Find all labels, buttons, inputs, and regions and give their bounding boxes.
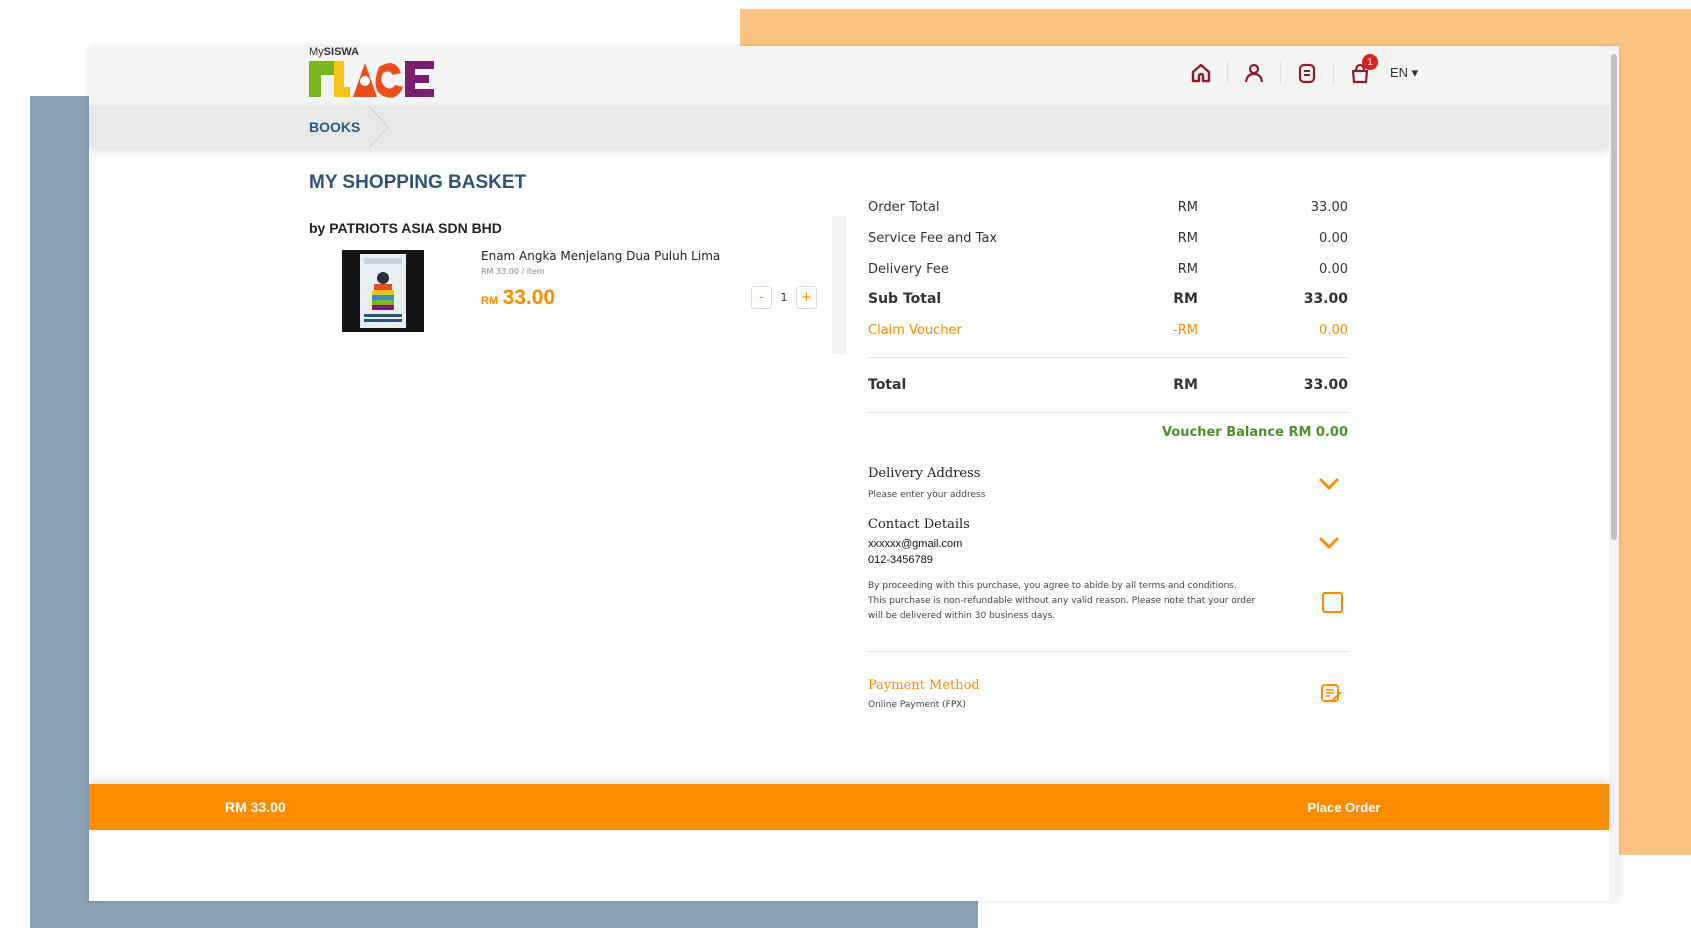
place-order-button[interactable]: Place Order [1269,784,1419,832]
summary-value: 33.00 [1303,377,1348,393]
scrollbar-thumb[interactable] [1611,54,1617,540]
summary-label: Order Total [868,200,940,215]
wallet-icon[interactable] [1295,60,1319,86]
item-unit-price: RM 33.00 / item [481,267,545,276]
cart-count-badge: 1 [1362,54,1378,70]
header-separator [1280,62,1281,84]
contact-email: xxxxxx@gmail.com [868,538,963,550]
place-logo-graphic [309,61,434,98]
quantity-stepper: - 1 + [751,286,817,309]
terms-checkbox[interactable] [1322,592,1343,613]
header-separator [1333,62,1334,84]
home-icon[interactable] [1189,60,1213,86]
quantity-value: 1 [780,291,788,304]
contact-phone: 012-3456789 [868,554,933,566]
top-header: MySISWA 1 EN ▾ [89,46,1609,106]
delivery-address-title: Delivery Address [868,466,981,481]
payment-method-value: Online Payment (FPX) [868,700,966,710]
footer-bar: RM 33.00 Place Order [89,784,1609,830]
chevron-down-icon[interactable] [1319,537,1339,551]
breadcrumb: BOOKS [89,106,1609,148]
summary-row-order-total: Order Total RM 33.00 [868,200,1348,220]
summary-value: 33.00 [1310,200,1348,215]
breadcrumb-separator-icon [369,106,389,148]
summary-value: 0.00 [1319,262,1348,277]
seller-name: by PATRIOTS ASIA SDN BHD [309,220,502,236]
language-selector[interactable]: EN ▾ [1390,65,1418,81]
column-divider [832,216,846,354]
divider [868,357,1348,358]
summary-label: Service Fee and Tax [868,231,998,246]
user-icon[interactable] [1242,60,1266,86]
summary-label: Sub Total [868,291,942,307]
summary-row-delivery-fee: Delivery Fee RM 0.00 [868,262,1348,282]
terms-text: By proceeding with this purchase, you ag… [868,581,1256,621]
summary-label: Total [868,377,907,393]
breadcrumb-books[interactable]: BOOKS [309,106,360,148]
book-cover-image[interactable] [342,250,424,332]
summary-currency: RM [1173,377,1198,393]
divider [868,651,1348,652]
summary-label: Delivery Fee [868,262,949,277]
summary-currency: RM [1173,291,1198,307]
summary-currency: RM [1177,262,1198,277]
payment-method-title: Payment Method [868,678,980,693]
contact-details-title: Contact Details [868,517,970,532]
summary-currency: RM [1177,200,1198,215]
summary-row-sub-total: Sub Total RM 33.00 [868,291,1348,311]
summary-value: 0.00 [1319,323,1348,338]
delivery-address-placeholder[interactable]: Please enter your address [868,490,985,500]
brand-name: MySISWA [309,46,360,58]
increase-quantity-button[interactable]: + [796,286,817,309]
summary-currency: RM [1177,231,1198,246]
summary-row-service-fee: Service Fee and Tax RM 0.00 [868,231,1348,251]
basket-icon[interactable]: 1 [1348,54,1378,86]
footer-total: RM 33.00 [225,799,286,815]
item-price: RM 33.00 [481,286,555,310]
summary-value: 33.00 [1303,291,1348,307]
brand-logo[interactable]: MySISWA [309,46,434,106]
item-price-amount: 33.00 [502,286,556,309]
summary-row-total: Total RM 33.00 [868,377,1348,397]
voucher-balance: Voucher Balance RM 0.00 [1161,425,1348,440]
summary-currency: -RM [1173,323,1198,338]
header-separator [1227,62,1228,84]
chevron-down-icon[interactable] [1319,478,1339,492]
claim-voucher-link[interactable]: Claim Voucher [868,323,962,338]
header-icons: 1 EN ▾ [1189,54,1418,86]
summary-row-claim-voucher[interactable]: Claim Voucher -RM 0.00 [868,323,1348,343]
item-price-currency: RM [481,295,499,307]
divider [868,412,1348,413]
app-window: MySISWA 1 EN ▾ BOOKS MY SHOPPING BASKET … [89,46,1619,901]
edit-payment-icon[interactable] [1320,682,1342,704]
page-title: MY SHOPPING BASKET [309,172,527,193]
summary-value: 0.00 [1319,231,1348,246]
item-name[interactable]: Enam Angka Menjelang Dua Puluh Lima [481,249,720,263]
decrease-quantity-button[interactable]: - [751,286,772,309]
